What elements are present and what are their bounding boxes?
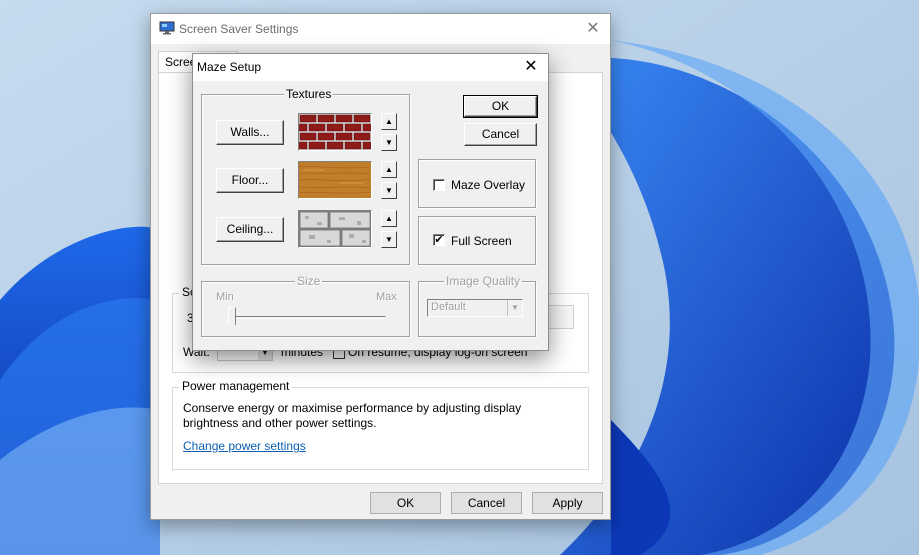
ceiling-spin-up-icon[interactable]: ▲ [381, 210, 397, 227]
monitor-icon [159, 21, 175, 35]
ceiling-button[interactable]: Ceiling... [216, 217, 284, 242]
textures-label: Textures [284, 87, 334, 101]
image-quality-value: Default [431, 301, 466, 313]
maze-overlay-checkbox[interactable] [433, 179, 445, 191]
wall-texture-preview [298, 113, 372, 151]
cancel-button[interactable]: Cancel [464, 123, 537, 146]
title-bar[interactable]: Maze Setup ✕ [193, 54, 548, 81]
cancel-button[interactable]: Cancel [451, 492, 522, 514]
close-icon[interactable]: ✕ [520, 56, 542, 78]
apply-button[interactable]: Apply [532, 492, 603, 514]
full-screen-label: Full Screen [451, 234, 512, 248]
image-quality-dropdown[interactable]: Default ▼ [427, 299, 523, 317]
window-title: Screen Saver Settings [179, 22, 299, 36]
ceiling-spin-down-icon[interactable]: ▼ [381, 231, 397, 248]
floor-texture-preview [298, 161, 372, 199]
size-slider-track [230, 316, 386, 319]
maze-overlay-label: Maze Overlay [451, 178, 526, 192]
walls-spin-down-icon[interactable]: ▼ [381, 134, 397, 151]
power-management-label: Power management [179, 379, 293, 393]
size-label: Size [295, 274, 323, 288]
floor-spin-up-icon[interactable]: ▲ [381, 161, 397, 178]
change-power-settings-link[interactable]: Change power settings [183, 439, 306, 453]
floor-spin-down-icon[interactable]: ▼ [381, 182, 397, 199]
walls-spin-up-icon[interactable]: ▲ [381, 113, 397, 130]
floor-button[interactable]: Floor... [216, 168, 284, 193]
power-management-description: Conserve energy or maximise performance … [183, 401, 522, 430]
ok-button[interactable]: OK [370, 492, 441, 514]
size-max-label: Max [376, 291, 397, 303]
full-screen-checkbox[interactable]: ✔ [433, 234, 445, 246]
chevron-down-icon: ▼ [507, 300, 522, 316]
title-bar[interactable]: Screen Saver Settings ✕ [151, 14, 610, 44]
ceiling-texture-preview [298, 210, 372, 248]
ok-button[interactable]: OK [463, 95, 538, 118]
close-icon[interactable]: ✕ [582, 18, 604, 40]
image-quality-label: Image Quality [444, 274, 523, 288]
walls-button[interactable]: Walls... [216, 120, 284, 145]
size-min-label: Min [216, 291, 234, 303]
size-slider-thumb[interactable] [228, 307, 236, 325]
dialog-title: Maze Setup [197, 60, 262, 74]
